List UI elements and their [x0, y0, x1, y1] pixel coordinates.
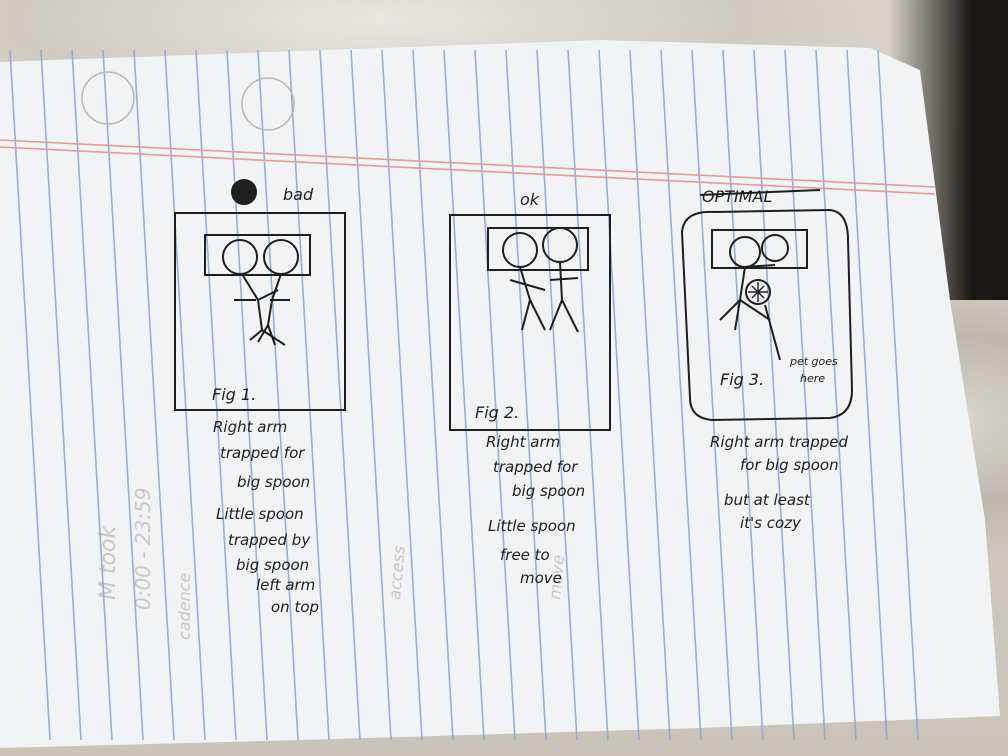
caption-line: free to: [500, 546, 550, 564]
svg-text:cadence: cadence: [175, 572, 194, 640]
caption-line: for big spoon: [740, 456, 839, 474]
caption-line: big spoon: [236, 556, 309, 574]
caption-line: move: [520, 569, 562, 587]
caption-line: on top: [271, 598, 319, 616]
pet-note-line1: pet goes: [789, 355, 838, 368]
caption-line: trapped for: [493, 458, 578, 476]
caption-line: Right arm: [213, 418, 287, 436]
caption-line: Right arm: [486, 433, 560, 451]
caption-line: left arm: [256, 576, 315, 594]
caption-line: Little spoon: [216, 505, 304, 523]
notebook-paper: M took 0:00 - 23:59 cadence access move …: [0, 40, 1000, 748]
caption-line: Right arm trapped: [710, 433, 849, 451]
caption-line: Little spoon: [488, 517, 576, 535]
fig-label-1: Fig 1.: [212, 385, 256, 404]
caption-line: it's cozy: [740, 514, 802, 532]
svg-text:0:00 - 23:59: 0:00 - 23:59: [131, 488, 155, 610]
caption-line: big spoon: [512, 482, 585, 500]
caption-line: but at least: [724, 491, 811, 509]
rating-fig2: ok: [520, 190, 540, 209]
svg-text:M took: M took: [96, 524, 121, 600]
caption-line: trapped for: [220, 444, 305, 462]
caption-line: trapped by: [228, 531, 311, 549]
fig-label-2: Fig 2.: [475, 403, 519, 422]
scribble-dot: [231, 179, 257, 205]
caption-line: big spoon: [237, 473, 310, 491]
fig-label-3: Fig 3.: [720, 370, 764, 389]
pet-note-line2: here: [800, 372, 825, 385]
rating-fig3: OPTIMAL: [702, 187, 772, 206]
rating-fig1: bad: [283, 185, 314, 204]
